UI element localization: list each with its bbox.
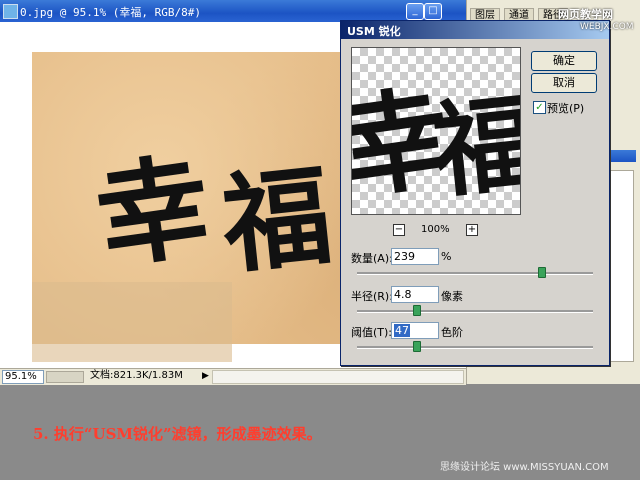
watermark-bottom-right: 思缘设计论坛 www.MISSYUAN.COM [440, 462, 609, 473]
threshold-label: 阈值(T): [351, 326, 393, 339]
amount-slider-track[interactable] [357, 272, 593, 275]
preview-checkbox-label: 预览(P) [547, 102, 585, 115]
radius-label: 半径(R): [351, 290, 393, 303]
ok-button[interactable]: 确定 [531, 51, 597, 71]
watermark-top-right: 网页教学网 [558, 8, 613, 21]
preview-char-2: 福 [426, 79, 521, 214]
zoom-out-icon[interactable]: − [393, 224, 405, 236]
preview-zoom-level: 100% [421, 224, 450, 235]
threshold-input[interactable]: 47 [391, 322, 439, 339]
radius-input[interactable]: 4.8 [391, 286, 439, 303]
cancel-button[interactable]: 取消 [531, 73, 597, 93]
document-title: 0.jpg @ 95.1% (幸福, RGB/8#) [20, 6, 201, 19]
status-menu-arrow-icon[interactable]: ▶ [202, 371, 209, 381]
maximize-icon[interactable]: □ [424, 3, 442, 20]
threshold-value: 47 [394, 324, 410, 337]
radius-unit: 像素 [441, 290, 463, 303]
document-size-info: 文档:821.3K/1.83M [90, 370, 183, 381]
dialog-title-bar[interactable]: USM 锐化 [341, 21, 609, 39]
dialog-title: USM 锐化 [347, 25, 401, 38]
navigator-icon[interactable] [46, 371, 84, 383]
amount-label: 数量(A): [351, 252, 393, 265]
radius-slider-track[interactable] [357, 310, 593, 313]
minimize-icon[interactable]: _ [406, 3, 424, 20]
amount-input[interactable]: 239 [391, 248, 439, 265]
radius-slider-thumb[interactable] [413, 305, 421, 316]
document-title-bar[interactable]: 0.jpg @ 95.1% (幸福, RGB/8#) _ □ [0, 0, 466, 22]
preview-checkbox[interactable]: ✓ [533, 101, 546, 114]
zoom-level-field[interactable]: 95.1% [2, 370, 44, 384]
filter-preview[interactable]: 幸 福 [351, 47, 521, 215]
amount-unit: % [441, 250, 452, 263]
threshold-slider-thumb[interactable] [413, 341, 421, 352]
paper-shade [32, 282, 232, 362]
calligraphy-char-1: 幸 [88, 139, 218, 286]
tutorial-caption: 5. 执行“USM锐化”滤镜，形成墨迹效果。 [33, 425, 322, 443]
unsharp-mask-dialog: USM 锐化 幸 福 确定 取消 ✓ 预览(P) − 100% + 数量(A):… [340, 20, 610, 366]
threshold-unit: 色阶 [441, 326, 463, 339]
zoom-in-icon[interactable]: + [466, 224, 478, 236]
horizontal-scrollbar[interactable] [212, 370, 464, 384]
amount-slider-thumb[interactable] [538, 267, 547, 278]
calligraphy-char-2: 福 [216, 152, 338, 290]
photoshop-doc-icon [3, 4, 18, 19]
watermark-top-right-sub: WEBJX.COM [580, 22, 634, 32]
threshold-slider-track[interactable] [357, 346, 593, 349]
